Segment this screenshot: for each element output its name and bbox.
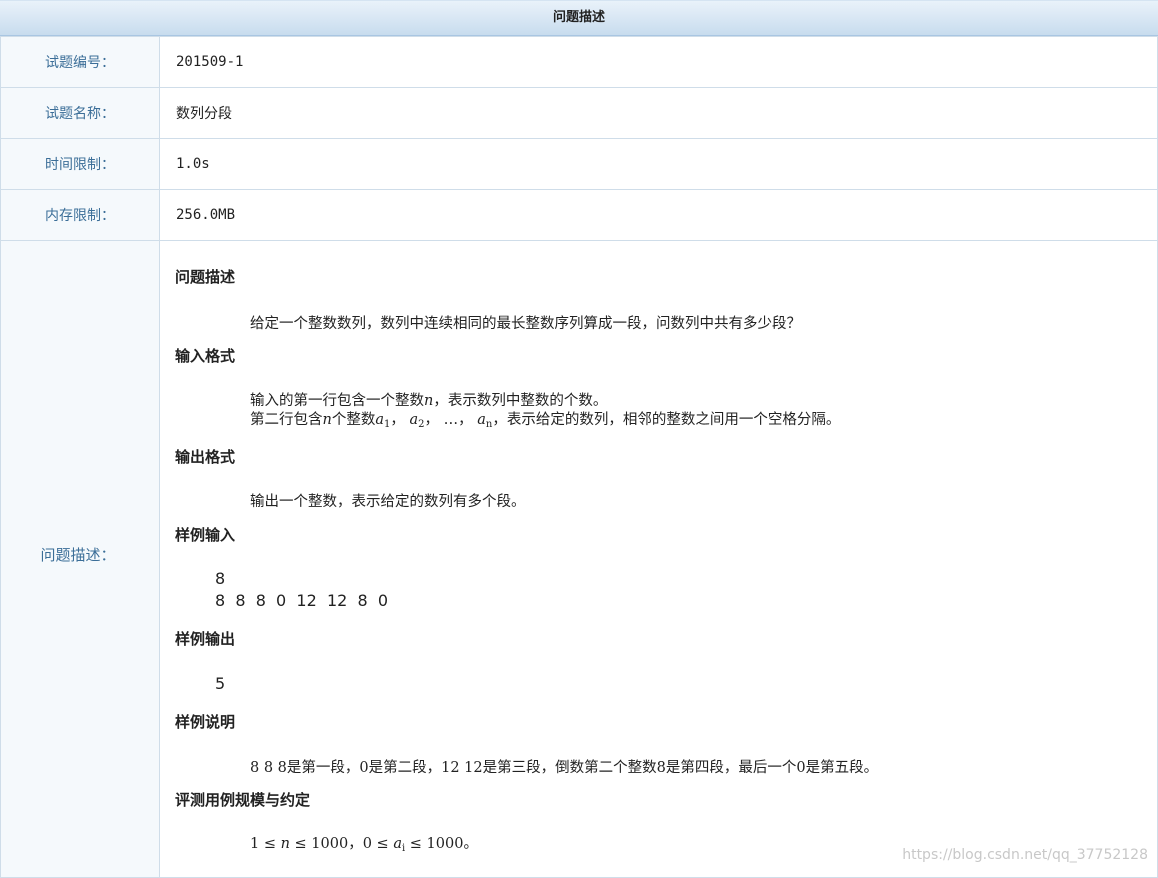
sample-output-line1: 5: [215, 674, 226, 693]
value-memory-limit: 256.0MB: [159, 189, 1158, 241]
label-memory-limit: 内存限制：: [0, 189, 160, 241]
input-line2-text-a: 第二行包含: [250, 412, 323, 428]
input-format-line1: 输入的第一行包含一个整数n，表示数列中整数的个数。: [250, 389, 607, 410]
label-problem-name: 试题名称：: [0, 87, 160, 139]
label-time-limit: 时间限制：: [0, 138, 160, 190]
sep-3: ，: [458, 412, 473, 428]
var-a1: a: [375, 412, 384, 428]
constraints-text: 1 ≤ n ≤ 1000，0 ≤ ai ≤ 1000。: [250, 832, 478, 854]
value-problem-id: 201509-1: [159, 36, 1158, 88]
constraint-part3: ≤ 1000。: [405, 836, 478, 852]
panel-header: 问题描述: [0, 0, 1158, 36]
heading-problem: 问题描述: [175, 268, 236, 286]
constraint-part2: ≤ 1000，0 ≤: [289, 836, 394, 852]
description-cell: [159, 240, 1158, 878]
input-line1-text-a: 输入的第一行包含一个整数: [250, 393, 424, 409]
sep-2: ，: [424, 412, 440, 428]
var-a2: a: [409, 412, 419, 428]
value-problem-name: 数列分段: [159, 87, 1158, 139]
input-line2-text-b: 个整数: [331, 412, 376, 428]
label-problem-id: 试题编号：: [0, 36, 160, 88]
constraint-part1: 1 ≤: [250, 836, 281, 852]
heading-output-format: 输出格式: [175, 448, 236, 466]
input-line1-text-b: ，表示数列中整数的个数。: [433, 393, 608, 409]
var-an: a: [477, 412, 486, 428]
ellipsis: …: [443, 412, 459, 428]
input-format-line2: 第二行包含n个整数a1， a2， …， an，表示给定的数列，相邻的整数之间用一…: [250, 408, 840, 430]
info-row-time: 时间限制： 1.0s: [0, 138, 1158, 190]
var-n: n: [424, 393, 434, 409]
panel-title: 问题描述: [552, 10, 605, 25]
watermark: https://blog.csdn.net/qq_37752128: [902, 847, 1148, 863]
heading-input-format: 输入格式: [175, 347, 236, 365]
var-n-2: n: [322, 412, 332, 428]
info-row-memory: 内存限制： 256.0MB: [0, 189, 1158, 241]
heading-sample-output: 样例输出: [175, 630, 236, 648]
input-line2-text-c: ，表示给定的数列，相邻的整数之间用一个空格分隔。: [492, 412, 841, 428]
sep-1: ，: [390, 412, 405, 428]
info-row-id: 试题编号： 201509-1: [0, 36, 1158, 88]
info-row-name: 试题名称： 数列分段: [0, 87, 1158, 139]
constraint-var-a: a: [393, 836, 402, 852]
value-time-limit: 1.0s: [159, 138, 1158, 190]
constraint-var-n: n: [280, 836, 290, 852]
heading-sample-input: 样例输入: [175, 526, 236, 544]
sample-explanation-text: 8 8 8是第一段，0是第二段，12 12是第三段，倒数第二个整数8是第四段，最…: [250, 760, 879, 776]
output-format-text: 输出一个整数，表示给定的数列有多个段。: [250, 494, 526, 510]
sample-input-line1: 8: [215, 569, 226, 588]
problem-text: 给定一个整数数列，数列中连续相同的最长整数序列算成一段，问数列中共有多少段？: [250, 316, 801, 332]
info-row-description: [0, 240, 1158, 878]
label-description: 问题描述：: [40, 547, 116, 564]
problem-info-table: 试题编号： 201509-1 试题名称： 数列分段 时间限制： 1.0s 内存限…: [0, 36, 1158, 878]
heading-sample-explanation: 样例说明: [175, 713, 236, 731]
sample-input-line2: 8 8 8 0 12 12 8 0: [215, 591, 388, 610]
heading-constraints: 评测用例规模与约定: [175, 791, 311, 809]
